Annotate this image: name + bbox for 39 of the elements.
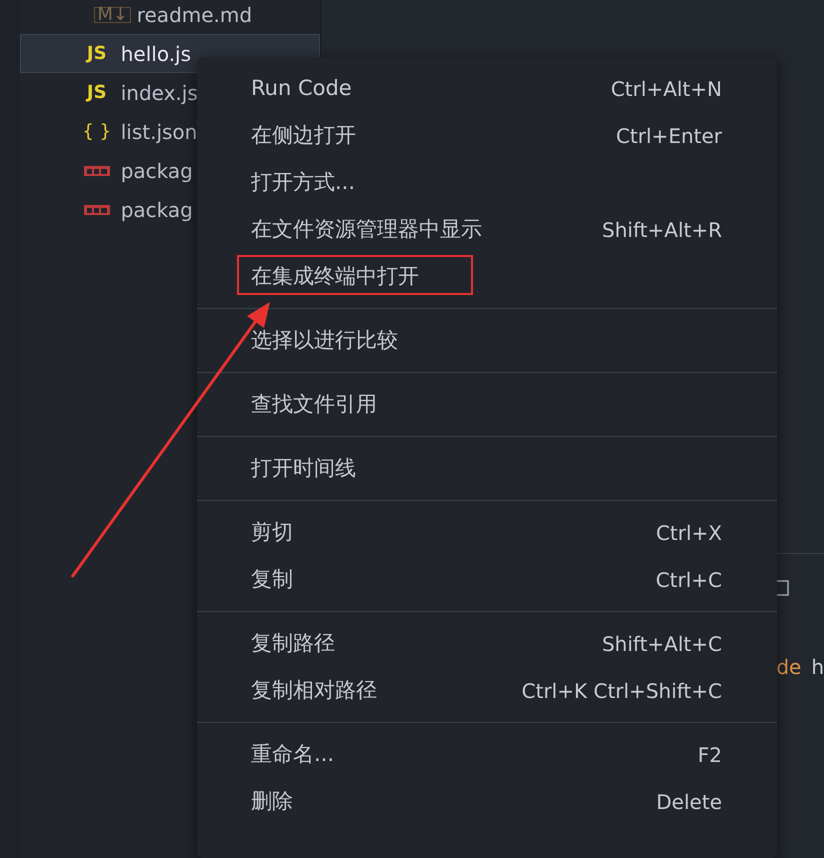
js-file-icon: JS	[86, 79, 107, 106]
shortcut-text: Ctrl+X	[656, 520, 722, 546]
package-icon	[84, 204, 110, 214]
menu-item[interactable]: 删除	[251, 786, 293, 818]
file-name: hello.js	[120, 40, 192, 68]
glyph-fragment-icon	[776, 578, 790, 596]
shortcut-text: Ctrl+C	[656, 566, 722, 594]
file-name: index.js	[120, 80, 198, 106]
menu-item[interactable]: 选择以进行比较	[251, 324, 398, 356]
md-file-icon: M↓	[94, 6, 132, 22]
shortcut-text: Ctrl+K Ctrl+Shift+C	[522, 678, 722, 704]
file-name: packag	[120, 158, 193, 184]
file-name: readme.md	[136, 2, 252, 28]
menu-item[interactable]: 重命名...	[251, 738, 334, 770]
menu-item[interactable]: 在集成终端中打开	[251, 260, 419, 292]
editor-text: de	[776, 654, 802, 681]
menu-item[interactable]: 在侧边打开	[251, 120, 356, 152]
package-icon	[84, 166, 110, 176]
editor-text: h	[811, 654, 824, 681]
shortcut-text: Ctrl+Alt+N	[610, 76, 722, 102]
shortcut-text: Shift+Alt+C	[602, 630, 722, 658]
file-name: list.json	[120, 118, 198, 146]
file-name: packag	[120, 196, 193, 224]
shortcut-text: Ctrl+Enter	[616, 122, 722, 150]
menu-item[interactable]: 复制相对路径	[251, 674, 377, 706]
shortcut-text: Delete	[656, 788, 722, 816]
menu-item[interactable]: 剪切	[251, 516, 293, 548]
menu-item[interactable]: 打开时间线	[251, 452, 356, 484]
js-file-icon: JS	[86, 40, 107, 67]
menu-item[interactable]: Run Code	[251, 72, 352, 104]
shortcut-text: Shift+Alt+R	[602, 216, 722, 244]
menu-item[interactable]: 查找文件引用	[251, 388, 377, 420]
shortcut-text: F2	[698, 742, 722, 768]
menu-item[interactable]: 在文件资源管理器中显示	[251, 214, 482, 246]
json-file-icon: { }	[82, 118, 112, 145]
menu-item[interactable]: 复制	[251, 564, 293, 596]
menu-item[interactable]: 复制路径	[251, 628, 335, 660]
menu-item[interactable]: 打开方式...	[251, 166, 356, 198]
file-row[interactable]: M↓ readme.md	[20, 0, 320, 34]
